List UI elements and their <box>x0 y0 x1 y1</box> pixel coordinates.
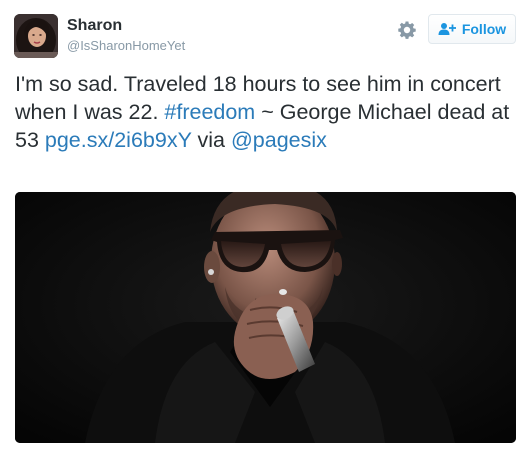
avatar-image <box>14 14 58 58</box>
concert-photo <box>15 192 516 443</box>
add-user-icon <box>438 22 456 36</box>
tweet-photo[interactable] <box>15 192 516 443</box>
tweet-text-part: via <box>191 128 231 152</box>
follow-button[interactable]: Follow <box>428 14 516 44</box>
hashtag-link[interactable]: #freedom <box>164 100 255 124</box>
display-name[interactable]: Sharon <box>67 17 122 35</box>
avatar[interactable] <box>14 14 58 58</box>
url-link[interactable]: pge.sx/2i6b9xY <box>45 128 192 152</box>
tweet-card: Sharon @IsSharonHomeYet Follow I'm so sa… <box>0 0 528 453</box>
gear-icon[interactable] <box>397 20 417 40</box>
follow-label: Follow <box>461 21 507 37</box>
mention-link[interactable]: @pagesix <box>231 128 327 152</box>
user-handle[interactable]: @IsSharonHomeYet <box>67 38 185 54</box>
tweet-text: I'm so sad. Traveled 18 hours to see him… <box>15 70 515 154</box>
